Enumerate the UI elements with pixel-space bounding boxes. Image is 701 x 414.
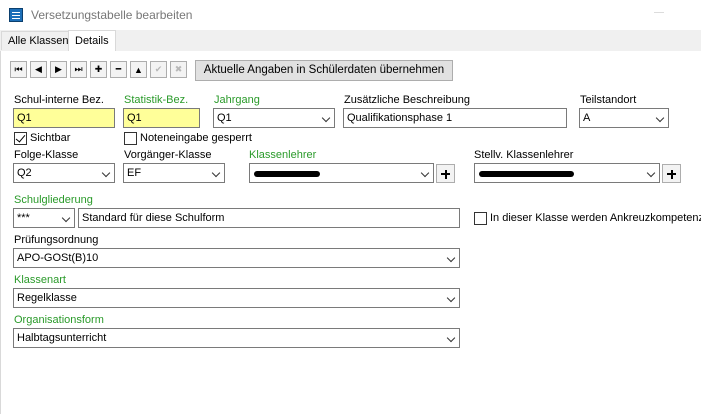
vorgaenger-klasse-select[interactable]: EF xyxy=(123,163,225,183)
chevron-down-icon xyxy=(646,168,656,178)
folge-klasse-value: Q2 xyxy=(17,167,32,179)
vorgaenger-klasse-value: EF xyxy=(127,167,142,179)
last-record-button[interactable]: ⏭ xyxy=(70,61,87,78)
noteneingabe-gesperrt-checkbox[interactable] xyxy=(124,132,137,145)
schul-interne-bez-input[interactable]: Q1 xyxy=(13,108,115,128)
chevron-down-icon xyxy=(446,293,456,303)
chevron-down-icon xyxy=(446,253,456,263)
skip-last-icon: ⏭ xyxy=(74,64,83,74)
klassenart-label: Klassenart xyxy=(14,274,66,286)
skip-first-icon: ⏮ xyxy=(14,64,23,74)
cross-icon: ✖ xyxy=(174,64,183,74)
add-klassenlehrer-button[interactable] xyxy=(436,164,455,183)
edit-record-button[interactable]: ▲ xyxy=(130,61,147,78)
pruefungsordnung-select[interactable]: APO-GOSt(B)10 xyxy=(13,248,460,268)
chevron-down-icon xyxy=(101,168,111,178)
minus-icon: ━ xyxy=(115,64,122,74)
stellv-klassenlehrer-label: Stellv. Klassenlehrer xyxy=(474,149,574,161)
next-icon: ▶ xyxy=(55,64,62,74)
organisationsform-label: Organisationsform xyxy=(14,314,104,326)
sichtbar-label: Sichtbar xyxy=(30,132,71,144)
klassenlehrer-select[interactable] xyxy=(249,163,434,183)
pruefungsordnung-label: Prüfungsordnung xyxy=(14,234,99,246)
apply-to-students-button[interactable]: Aktuelle Angaben in Schülerdaten überneh… xyxy=(195,60,453,81)
app-icon xyxy=(9,8,23,22)
schulgliederung-code: *** xyxy=(17,212,30,224)
teilstandort-label: Teilstandort xyxy=(580,94,637,106)
first-record-button[interactable]: ⏮ xyxy=(10,61,27,78)
jahrgang-select[interactable]: Q1 xyxy=(213,108,335,128)
jahrgang-value: Q1 xyxy=(217,112,232,124)
redacted-deputy-teacher-name xyxy=(479,171,574,177)
chevron-down-icon xyxy=(420,168,430,178)
schulgliederung-label: Schulgliederung xyxy=(14,194,93,206)
klassenart-select[interactable]: Regelklasse xyxy=(13,288,460,308)
tab-alle-klassen[interactable]: Alle Klassen xyxy=(1,31,76,50)
chevron-down-icon xyxy=(321,113,331,123)
checkmark-icon xyxy=(15,132,26,143)
stellv-klassenlehrer-select[interactable] xyxy=(474,163,660,183)
statistik-bez-input[interactable]: Q1 xyxy=(123,108,200,128)
redacted-teacher-name xyxy=(254,171,320,177)
cancel-button[interactable]: ✖ xyxy=(170,61,187,78)
klassenlehrer-label: Klassenlehrer xyxy=(249,149,317,161)
schulgliederung-description: Standard für diese Schulform xyxy=(78,208,460,228)
triangle-up-icon: ▲ xyxy=(134,64,143,75)
folge-klasse-label: Folge-Klasse xyxy=(14,149,79,161)
prev-icon: ◀ xyxy=(35,64,42,74)
prev-record-button[interactable]: ◀ xyxy=(30,61,47,78)
next-record-button[interactable]: ▶ xyxy=(50,61,67,78)
sichtbar-checkbox[interactable] xyxy=(14,132,27,145)
teilstandort-select[interactable]: A xyxy=(579,108,669,128)
window-title: Versetzungstabelle bearbeiten xyxy=(31,8,193,22)
pruefungsordnung-value: APO-GOSt(B)10 xyxy=(17,252,99,264)
add-record-button[interactable]: ✚ xyxy=(90,61,107,78)
noteneingabe-gesperrt-label: Noteneingabe gesperrt xyxy=(140,132,252,144)
zusaetzliche-beschreibung-input[interactable]: Qualifikationsphase 1 xyxy=(343,108,567,128)
organisationsform-value: Halbtagsunterricht xyxy=(17,332,107,344)
delete-record-button[interactable]: ━ xyxy=(110,61,127,78)
schulgliederung-select[interactable]: *** xyxy=(13,208,75,228)
chevron-down-icon xyxy=(655,113,665,123)
chevron-down-icon xyxy=(446,333,456,343)
schul-interne-bez-label: Schul-interne Bez. xyxy=(14,94,104,106)
plus-icon: ✚ xyxy=(94,64,103,74)
ankreuzkompetenzen-label: In dieser Klasse werden Ankreuzkompetenz… xyxy=(490,212,701,224)
organisationsform-select[interactable]: Halbtagsunterricht xyxy=(13,328,460,348)
chevron-down-icon xyxy=(211,168,221,178)
check-icon: ✔ xyxy=(154,64,163,74)
klassenart-value: Regelklasse xyxy=(17,292,77,304)
zusaetzliche-beschreibung-label: Zusätzliche Beschreibung xyxy=(344,94,470,106)
folge-klasse-select[interactable]: Q2 xyxy=(13,163,115,183)
minimize-button[interactable] xyxy=(654,12,664,13)
title-bar: Versetzungstabelle bearbeiten xyxy=(0,0,701,30)
ankreuzkompetenzen-checkbox[interactable] xyxy=(474,212,487,225)
add-stellv-klassenlehrer-button[interactable] xyxy=(662,164,681,183)
tab-details[interactable]: Details xyxy=(68,30,116,51)
statistik-bez-label: Statistik-Bez. xyxy=(124,94,189,106)
confirm-button[interactable]: ✔ xyxy=(150,61,167,78)
teilstandort-value: A xyxy=(583,112,591,124)
jahrgang-label: Jahrgang xyxy=(214,94,260,106)
chevron-down-icon xyxy=(61,213,71,223)
vorgaenger-klasse-label: Vorgänger-Klasse xyxy=(124,149,212,161)
